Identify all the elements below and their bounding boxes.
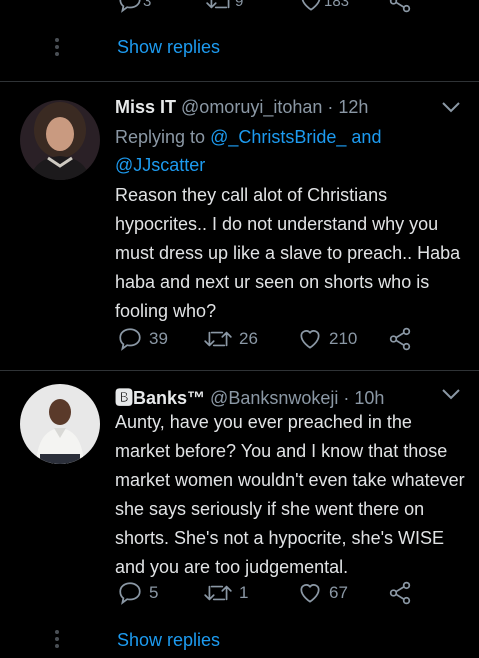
retweet-button[interactable]: 26: [203, 326, 258, 352]
retweet-button[interactable]: 1: [203, 580, 248, 606]
retweet-count: 1: [239, 583, 249, 602]
tweet-actions: 5 1 67: [115, 580, 455, 608]
avatar[interactable]: [20, 100, 100, 180]
avatar-image: [20, 384, 100, 464]
avatar[interactable]: [20, 384, 100, 464]
divider: [0, 370, 479, 371]
retweet-icon: [204, 585, 232, 601]
heart-icon: [300, 584, 320, 603]
mention-link[interactable]: @JJscatter: [115, 155, 205, 175]
like-count: 67: [329, 583, 348, 602]
share-icon: [389, 327, 411, 351]
replying-to: Replying to @_ChristsBride_ and @JJscatt…: [115, 123, 415, 179]
share-icon: [389, 581, 411, 605]
avatar-image: [20, 100, 100, 180]
timestamp[interactable]: 10h: [354, 388, 384, 408]
share-button[interactable]: [387, 580, 413, 606]
reply-button[interactable]: 5: [117, 580, 158, 606]
retweet-count: 9: [235, 0, 244, 10]
show-replies-link[interactable]: Show replies: [117, 37, 220, 58]
tweet-header: Miss IT @omoruyi_itohan · 12h: [115, 97, 369, 117]
display-name[interactable]: 🅱Banks™: [115, 388, 205, 408]
reply-count: 3: [143, 0, 152, 10]
reply-button[interactable]: 39: [117, 326, 168, 352]
show-replies-link[interactable]: Show replies: [117, 630, 220, 651]
chevron-down-icon[interactable]: [441, 101, 461, 113]
chevron-down-icon[interactable]: [441, 388, 461, 400]
retweet-icon: [204, 331, 232, 347]
like-button[interactable]: 67: [297, 580, 348, 606]
like-count: 183: [324, 0, 350, 10]
retweet-action[interactable]: 9: [205, 0, 243, 14]
like-count: 210: [329, 329, 358, 348]
handle[interactable]: @omoruyi_itohan: [181, 97, 322, 117]
share-button[interactable]: [387, 326, 413, 352]
tweet-actions: 39 26 210: [115, 326, 455, 354]
share-icon: [389, 0, 411, 13]
tweet-header: 🅱Banks™ @Banksnwokeji · 10h: [115, 388, 385, 408]
display-name[interactable]: Miss IT: [115, 97, 176, 117]
like-button[interactable]: 210: [297, 326, 357, 352]
reply-count: 39: [149, 329, 168, 348]
reply-icon: [119, 328, 141, 351]
tweet-text: Reason they call alot of Christians hypo…: [115, 185, 461, 321]
heart-icon: [300, 330, 320, 349]
replying-and[interactable]: and: [351, 127, 381, 147]
previous-tweet-actions: 3 9 183: [0, 0, 479, 14]
retweet-icon: [206, 0, 230, 9]
reply-icon: [119, 582, 141, 605]
retweet-count: 26: [239, 329, 258, 348]
timestamp[interactable]: 12h: [338, 97, 368, 117]
divider: [0, 81, 479, 82]
thread-dots: [55, 38, 59, 56]
share-action[interactable]: [387, 0, 413, 14]
thread-dots: [55, 630, 59, 648]
reply-count: 5: [149, 583, 159, 602]
replying-prefix: Replying to: [115, 127, 206, 147]
mention-link[interactable]: @_ChristsBride_: [210, 127, 346, 147]
handle[interactable]: @Banksnwokeji: [210, 388, 338, 408]
like-action[interactable]: 183: [298, 0, 349, 14]
heart-icon: [301, 0, 321, 11]
reply-icon: [119, 0, 141, 13]
reply-action[interactable]: 3: [117, 0, 151, 14]
tweet-text: Aunty, have you ever preached in the mar…: [115, 412, 465, 577]
